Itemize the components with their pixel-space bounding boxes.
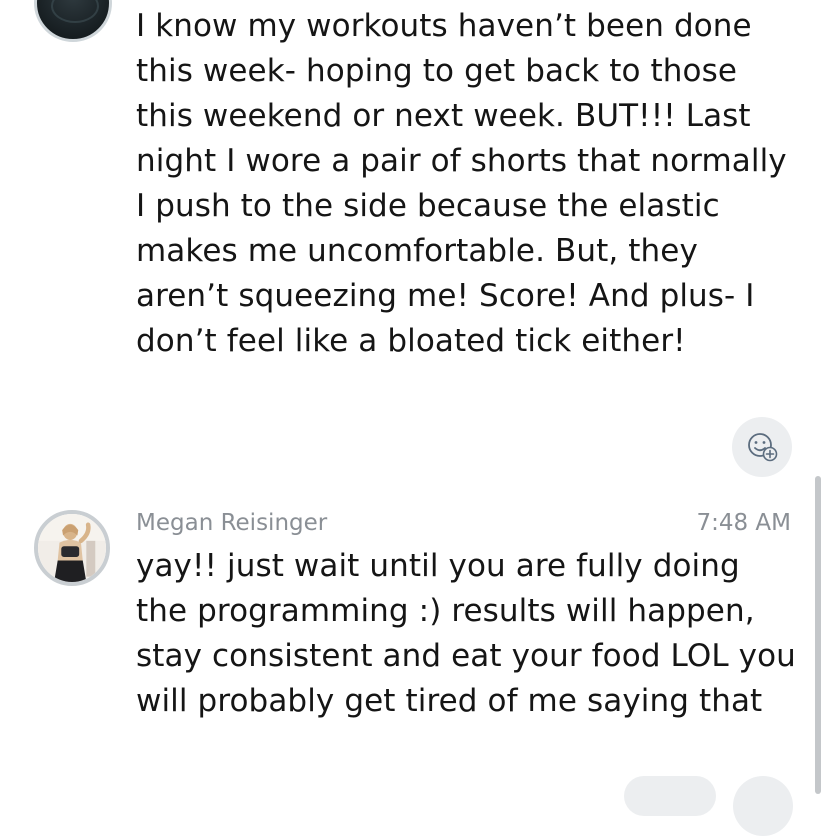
message-text-2: yay!! just wait until you are fully doin… [136,548,796,719]
add-reaction-button[interactable] [732,417,792,477]
profile-photo [38,514,106,582]
add-reaction-button-2[interactable] [733,776,793,836]
avatar-image [51,0,99,23]
add-reaction-icon [748,433,778,462]
scrollbar[interactable] [815,476,821,794]
message-timestamp: 7:48 AM [696,510,791,536]
sender-name: Megan Reisinger [136,510,328,536]
avatar-megan-reisinger[interactable] [34,510,110,586]
reaction-chip[interactable] [624,776,716,816]
message-text-1: I know my workouts haven’t been done thi… [136,8,787,359]
avatar-previous-sender[interactable] [34,0,112,42]
